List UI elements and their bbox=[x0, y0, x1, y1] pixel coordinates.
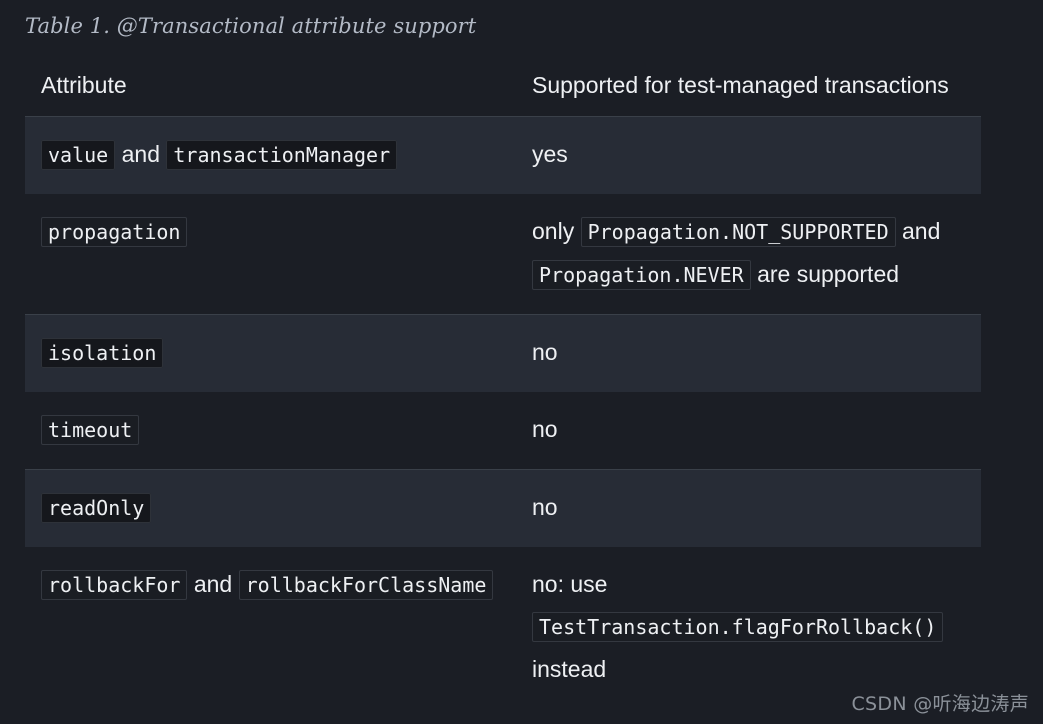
inline-code: rollbackForClassName bbox=[238, 570, 494, 600]
inline-text: are supported bbox=[750, 261, 900, 287]
cell-supported: no bbox=[516, 469, 981, 547]
inline-code: readOnly bbox=[41, 493, 152, 523]
inline-text: only bbox=[532, 218, 581, 244]
column-header-attribute: Attribute bbox=[41, 72, 127, 98]
inline-text: instead bbox=[532, 656, 607, 682]
table-body: value and transactionManager yes propagati… bbox=[25, 116, 981, 709]
document-page: Table 1. @Transactional attribute suppor… bbox=[0, 0, 1043, 724]
transactional-attribute-support-table: Attribute Supported for test-managed tra… bbox=[25, 57, 981, 708]
cell-supported: no bbox=[516, 314, 981, 392]
cell-supported: no bbox=[516, 392, 981, 470]
inline-text: no bbox=[532, 339, 558, 365]
cell-attribute: propagation bbox=[25, 194, 516, 315]
table-row: value and transactionManager yes bbox=[25, 116, 981, 194]
cell-supported: yes bbox=[516, 116, 981, 194]
table-header: Attribute Supported for test-managed tra… bbox=[25, 57, 981, 117]
cell-attribute: value and transactionManager bbox=[25, 116, 516, 194]
table-row: timeout no bbox=[25, 392, 981, 470]
csdn-watermark: CSDN @听海边涛声 bbox=[851, 693, 1029, 715]
inline-code: Propagation.NEVER bbox=[532, 260, 751, 290]
table-header-row: Attribute Supported for test-managed tra… bbox=[25, 57, 981, 117]
inline-code: rollbackFor bbox=[41, 570, 188, 600]
inline-code: value bbox=[41, 140, 116, 170]
inline-code: transactionManager bbox=[166, 140, 398, 170]
table-caption: Table 1. @Transactional attribute suppor… bbox=[25, 14, 477, 38]
table-row: rollbackFor and rollbackForClassName no: … bbox=[25, 547, 981, 708]
inline-text: and bbox=[187, 571, 239, 597]
inline-code: timeout bbox=[41, 415, 140, 445]
cell-supported: only Propagation.NOT_SUPPORTED and Propa… bbox=[516, 194, 981, 315]
cell-attribute: rollbackFor and rollbackForClassName bbox=[25, 547, 516, 708]
inline-code: TestTransaction.flagForRollback() bbox=[532, 612, 944, 642]
cell-attribute: timeout bbox=[25, 392, 516, 470]
inline-text: and bbox=[895, 218, 941, 244]
column-header-supported: Supported for test-managed transactions bbox=[532, 72, 949, 98]
inline-text: no bbox=[532, 416, 558, 442]
inline-code: isolation bbox=[41, 338, 164, 368]
table-row: propagation only Propagation.NOT_SUPPORTE… bbox=[25, 194, 981, 315]
cell-attribute: readOnly bbox=[25, 469, 516, 547]
inline-text: and bbox=[115, 141, 167, 167]
inline-code: propagation bbox=[41, 217, 188, 247]
inline-text: yes bbox=[532, 141, 568, 167]
table-row: isolation no bbox=[25, 314, 981, 392]
table-row: readOnly no bbox=[25, 469, 981, 547]
cell-attribute: isolation bbox=[25, 314, 516, 392]
inline-text: no: use bbox=[532, 571, 608, 597]
inline-text: no bbox=[532, 494, 558, 520]
inline-code: Propagation.NOT_SUPPORTED bbox=[580, 217, 896, 247]
cell-supported: no: use TestTransaction.flagForRollback(… bbox=[516, 547, 981, 708]
